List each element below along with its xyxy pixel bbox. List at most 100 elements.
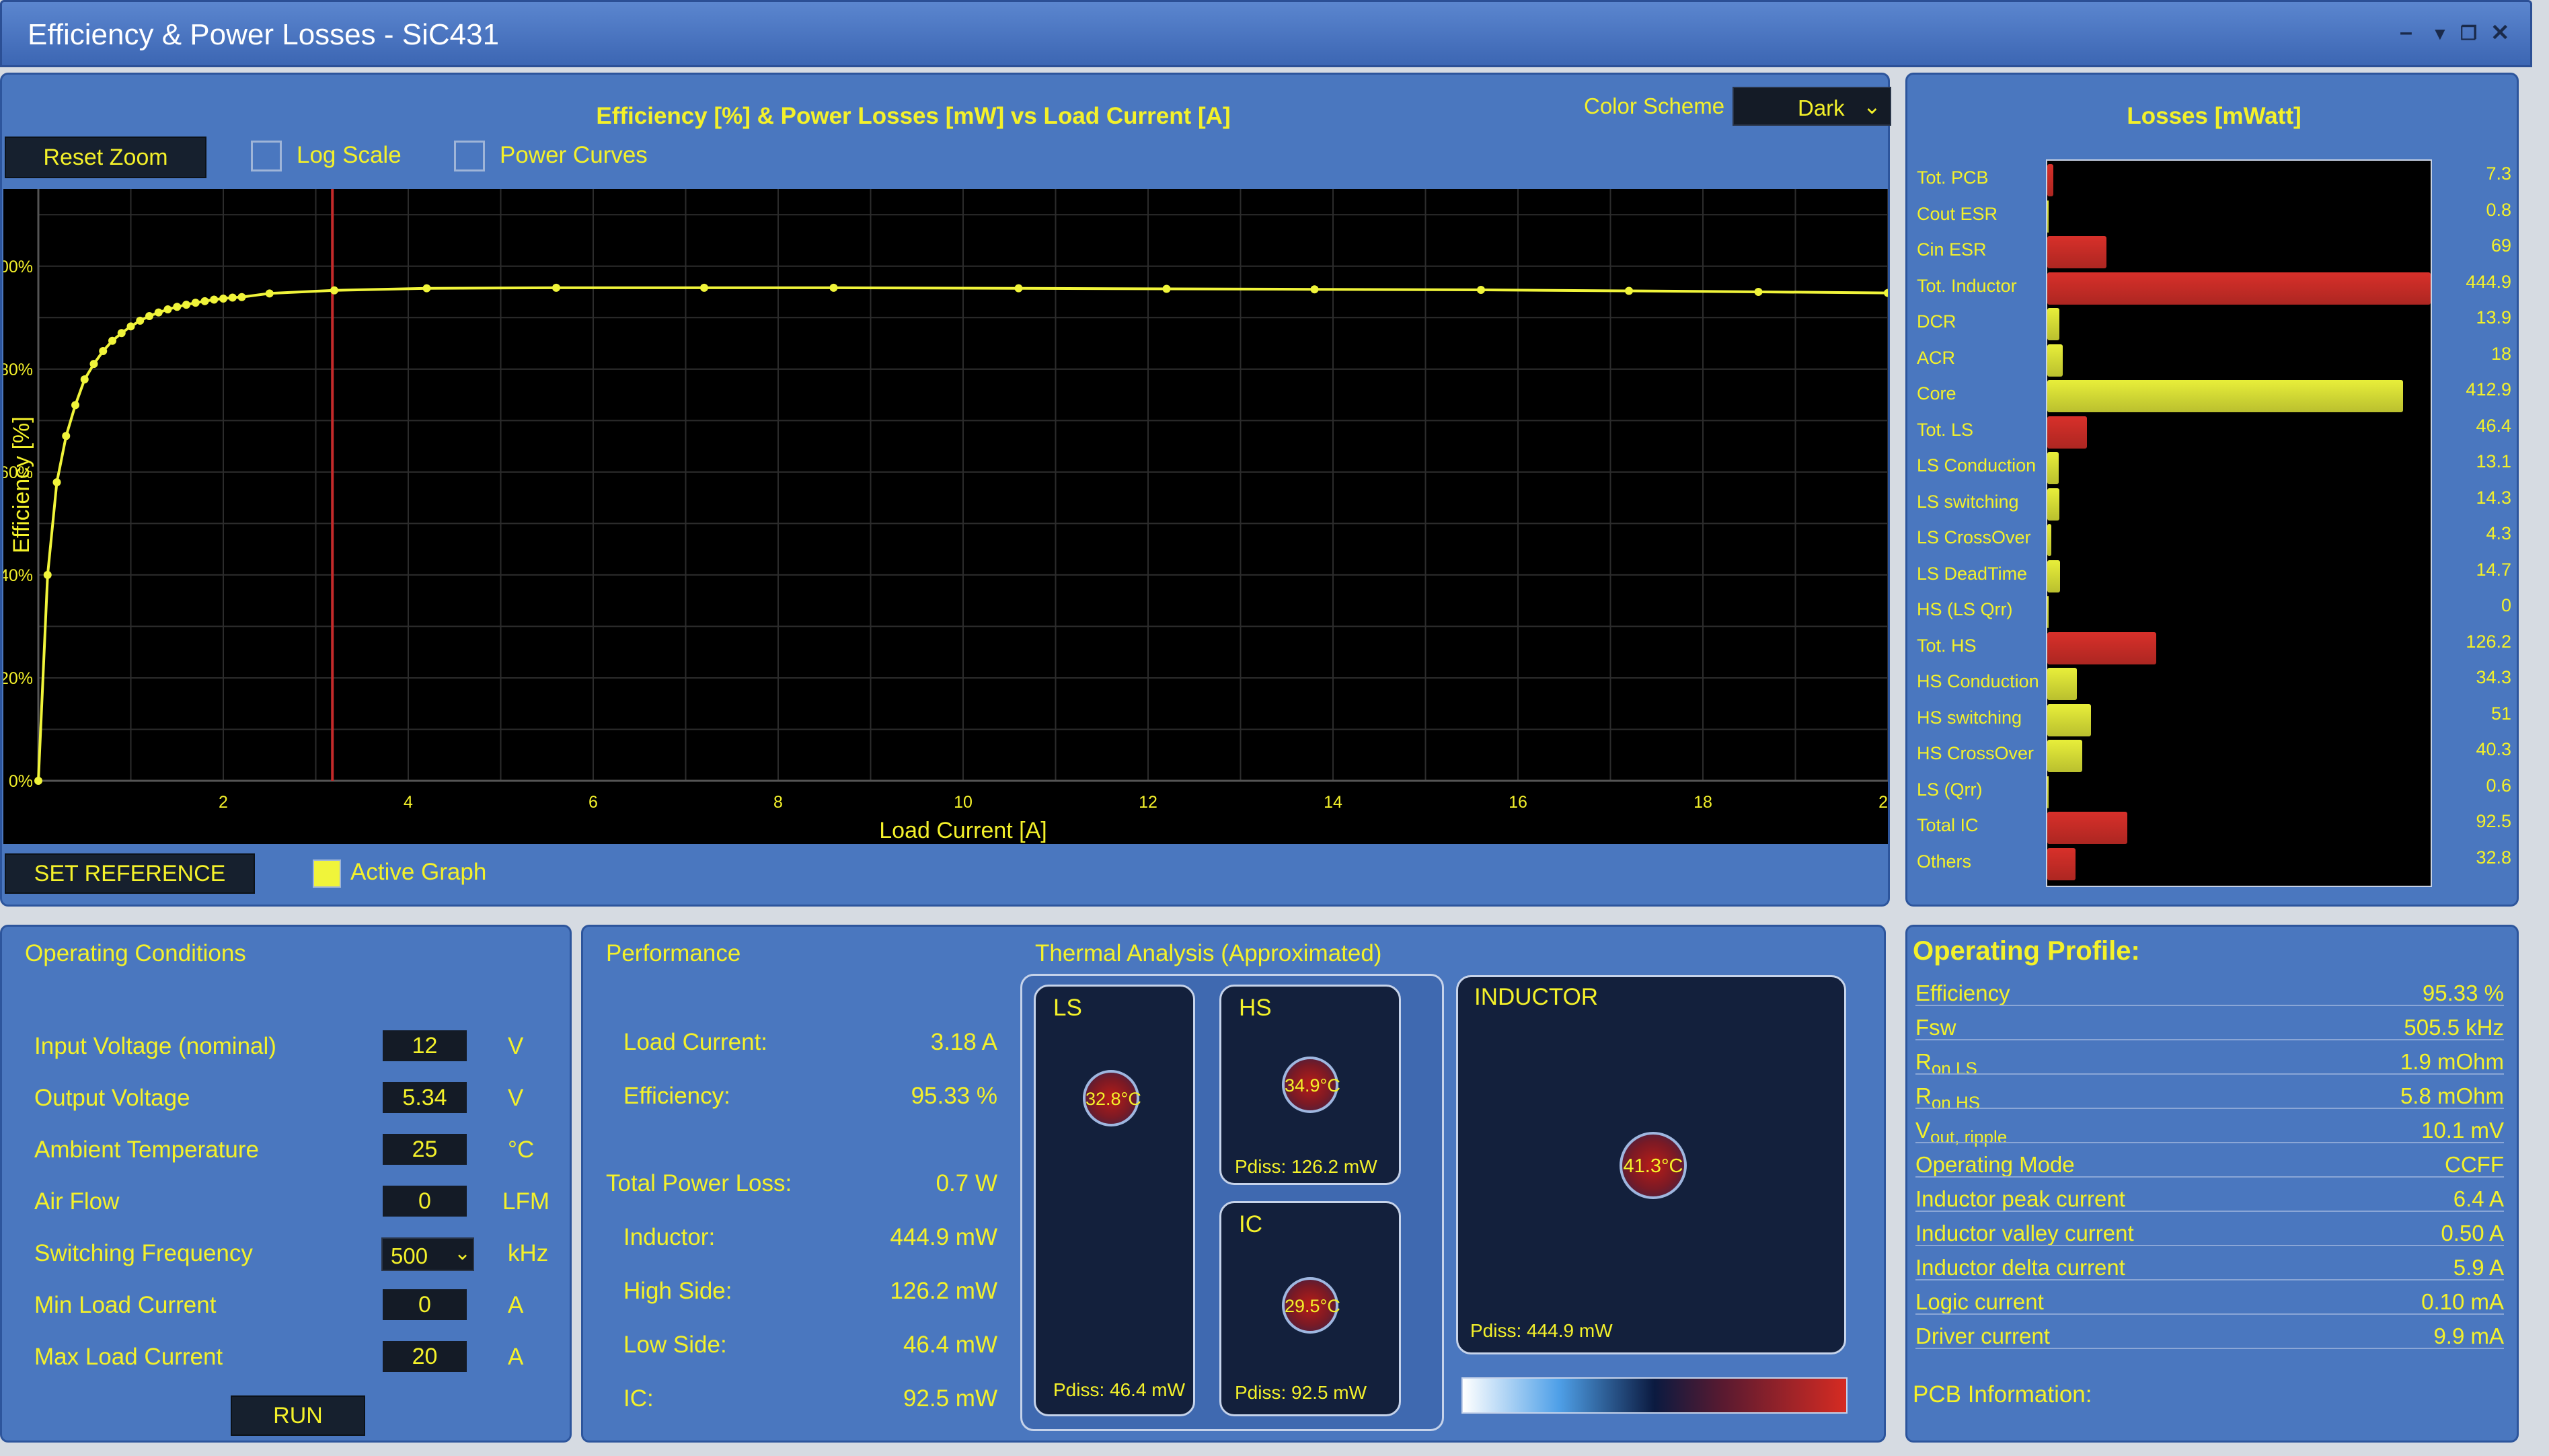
data-point[interactable]	[126, 322, 135, 331]
data-point[interactable]	[237, 293, 246, 301]
data-point[interactable]	[136, 316, 145, 325]
data-point[interactable]	[154, 308, 163, 317]
power-curves-checkbox[interactable]	[454, 141, 485, 171]
data-point[interactable]	[1625, 286, 1633, 295]
condition-input[interactable]: 25	[383, 1134, 467, 1165]
data-point[interactable]	[1477, 285, 1485, 294]
loss-label: Cin ESR	[1917, 239, 1987, 260]
data-point[interactable]	[1014, 284, 1023, 293]
minimize-icon[interactable]: –	[2400, 20, 2412, 46]
data-point[interactable]	[34, 777, 42, 785]
data-point[interactable]	[265, 289, 274, 298]
loss-value: 46.4	[2476, 415, 2511, 436]
condition-input[interactable]: 20	[383, 1341, 467, 1372]
loss-bar[interactable]	[2047, 740, 2082, 772]
loss-row: LS CrossOver 4.3	[1907, 522, 2521, 558]
loss-value: 69	[2490, 235, 2511, 256]
data-point[interactable]	[700, 283, 708, 292]
close-icon[interactable]: ✕	[2490, 20, 2510, 46]
power-curves-label: Power Curves	[500, 142, 648, 168]
loss-row: Total IC 92.5	[1907, 810, 2521, 845]
loss-bar[interactable]	[2047, 344, 2063, 377]
loss-bar[interactable]	[2047, 560, 2060, 592]
set-reference-button[interactable]: SET REFERENCE	[5, 853, 255, 894]
performance-label: Inductor:	[623, 1224, 716, 1250]
profile-row-divider	[1915, 1176, 2504, 1178]
data-point[interactable]	[108, 336, 116, 345]
plot-area[interactable]: 24681012141618200%20%40%60%80%100% Load …	[3, 189, 1888, 844]
loss-bar[interactable]	[2047, 524, 2051, 556]
data-point[interactable]	[145, 312, 153, 321]
profile-label-subscript: on HS	[1931, 1092, 1981, 1113]
loss-bar[interactable]	[2047, 416, 2088, 449]
color-scheme-select[interactable]: Dark ⌄	[1733, 87, 1891, 126]
reset-zoom-button[interactable]: Reset Zoom	[5, 137, 206, 178]
data-point[interactable]	[1884, 289, 1888, 297]
loss-bar[interactable]	[2047, 703, 2092, 736]
loss-bar[interactable]	[2047, 488, 2060, 521]
data-point[interactable]	[163, 305, 172, 314]
data-point[interactable]	[1162, 284, 1171, 293]
loss-bar[interactable]	[2047, 775, 2049, 808]
performance-label: IC:	[623, 1385, 654, 1412]
data-point[interactable]	[200, 297, 209, 305]
data-point[interactable]	[210, 295, 219, 304]
data-point[interactable]	[182, 301, 190, 309]
data-point[interactable]	[829, 283, 838, 292]
loss-row: Cout ESR 0.8	[1907, 198, 2521, 234]
restore-icon[interactable]: ❐	[2460, 22, 2477, 44]
data-point[interactable]	[43, 570, 52, 579]
loss-bar[interactable]	[2047, 380, 2403, 412]
data-point[interactable]	[71, 401, 79, 410]
loss-bar[interactable]	[2047, 272, 2431, 305]
loss-bar[interactable]	[2047, 164, 2054, 196]
loss-label: LS DeadTime	[1917, 563, 2028, 584]
loss-bar[interactable]	[2047, 236, 2107, 268]
log-scale-checkbox[interactable]	[251, 141, 282, 171]
loss-bar[interactable]	[2047, 452, 2059, 484]
profile-label-subscript: on LS	[1931, 1058, 1977, 1079]
loss-bar[interactable]	[2047, 596, 2049, 628]
switching-frequency-select[interactable]: 500 ⌄	[381, 1237, 474, 1271]
data-point[interactable]	[1310, 285, 1319, 294]
data-point[interactable]	[173, 303, 182, 311]
data-point[interactable]	[228, 293, 237, 302]
loss-bar[interactable]	[2047, 847, 2076, 880]
efficiency-chart[interactable]: 24681012141618200%20%40%60%80%100% Load …	[3, 189, 1888, 844]
ic-thermal-box: IC 29.5°C Pdiss: 92.5 mW	[1219, 1201, 1401, 1416]
ls-temp-indicator: 32.8°C	[1083, 1070, 1141, 1126]
loss-label: LS Conduction	[1917, 455, 2037, 475]
condition-input[interactable]: 5.34	[383, 1082, 467, 1113]
data-point[interactable]	[552, 283, 560, 292]
data-point[interactable]	[80, 375, 89, 384]
data-point[interactable]	[89, 360, 98, 369]
y-tick-label: 0%	[9, 772, 33, 791]
loss-row: DCR 13.9	[1907, 306, 2521, 342]
data-point[interactable]	[1754, 288, 1763, 297]
data-point[interactable]	[117, 329, 126, 338]
data-point[interactable]	[62, 432, 71, 440]
condition-input[interactable]: 12	[383, 1030, 467, 1061]
condition-input[interactable]: 0	[383, 1186, 467, 1217]
loss-bar[interactable]	[2047, 308, 2059, 340]
dropdown-arrow-icon[interactable]: ▼	[2431, 24, 2449, 44]
operating-profile-title: Operating Profile:	[1913, 936, 2140, 966]
data-point[interactable]	[219, 294, 227, 303]
profile-label-subscript: out, ripple	[1930, 1126, 2008, 1147]
loss-bar[interactable]	[2047, 631, 2156, 664]
data-point[interactable]	[330, 286, 338, 295]
condition-input[interactable]: 0	[383, 1289, 467, 1320]
run-button[interactable]: RUN	[231, 1395, 365, 1436]
data-point[interactable]	[52, 478, 61, 487]
loss-bar[interactable]	[2047, 200, 2049, 233]
loss-bar[interactable]	[2047, 812, 2127, 844]
data-point[interactable]	[191, 299, 200, 307]
loss-bar[interactable]	[2047, 668, 2077, 700]
loss-label: ACR	[1917, 347, 1956, 368]
loss-value: 0.8	[2486, 199, 2511, 220]
active-graph-swatch[interactable]	[313, 859, 341, 888]
condition-label: Max Load Current	[34, 1344, 223, 1370]
data-point[interactable]	[422, 284, 431, 293]
data-point[interactable]	[99, 347, 108, 356]
performance-label: Low Side:	[623, 1332, 727, 1358]
